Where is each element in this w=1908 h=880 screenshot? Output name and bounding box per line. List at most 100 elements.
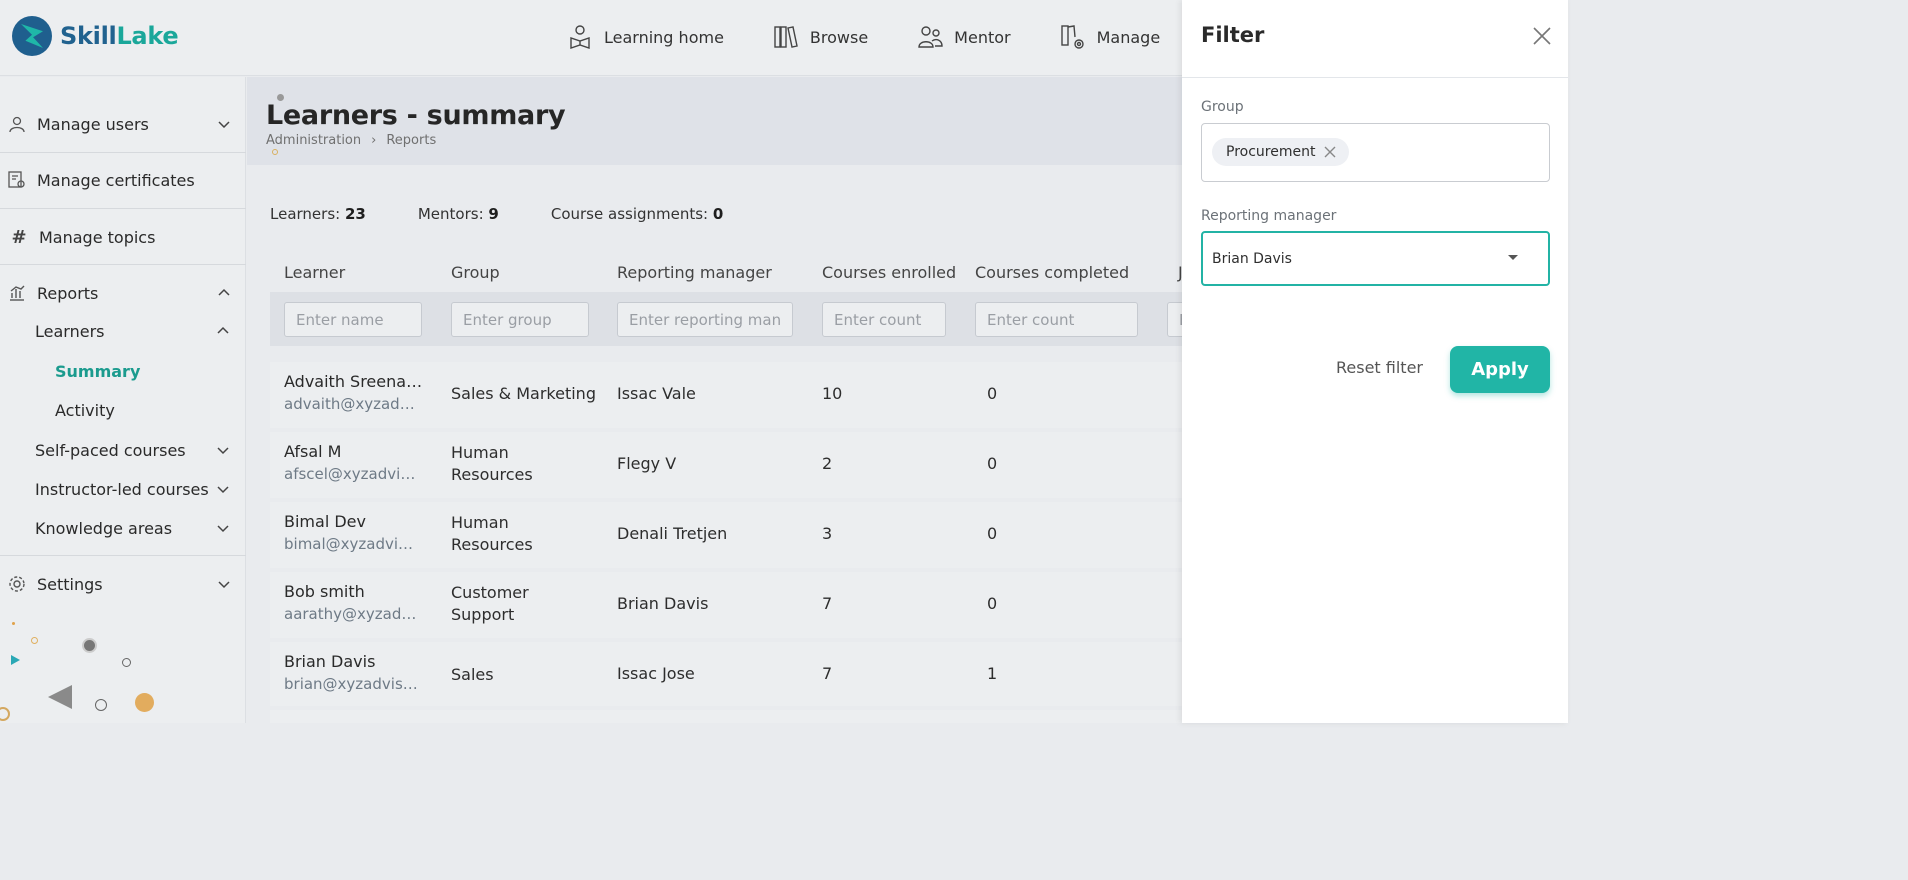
decoration-ring	[95, 699, 107, 711]
column-header-courses-enrolled[interactable]: Courses enrolled	[822, 263, 956, 282]
nav-browse[interactable]: Browse	[772, 20, 868, 54]
breadcrumb-reports[interactable]: Reports	[386, 133, 436, 148]
sidebar-item-instructor-led-courses[interactable]: Instructor-led courses	[35, 474, 240, 504]
courses-completed-filter-input[interactable]	[975, 302, 1138, 337]
divider	[0, 264, 246, 265]
summary-stats: Learners: 23 Mentors: 9 Course assignmen…	[270, 205, 775, 223]
sidebar-item-manage-certificates[interactable]: Manage certificates	[0, 160, 246, 200]
divider	[0, 555, 246, 556]
sidebar: Manage users Manage certificates # Manag…	[0, 77, 246, 723]
certificate-icon	[7, 170, 27, 190]
sidebar-item-knowledge-areas[interactable]: Knowledge areas	[35, 513, 240, 543]
stat-mentors: Mentors: 9	[417, 205, 499, 223]
column-header-courses-completed[interactable]: Courses completed	[975, 263, 1129, 282]
table-filter-row	[270, 292, 1182, 346]
decoration-triangle	[48, 685, 72, 709]
filter-title: Filter	[1201, 23, 1265, 47]
table-row[interactable]: Brian Davis brian@xyzadvisors.com Sales …	[270, 642, 1182, 706]
table-row[interactable]: Bob smith aarathy@xyzadvisors.com Custom…	[270, 572, 1182, 638]
chevron-up-icon	[218, 288, 230, 296]
manage-settings-icon	[1060, 25, 1084, 49]
manager-cell: Flegy V	[617, 454, 677, 473]
logo[interactable]: SkillLake	[12, 16, 179, 56]
logo-text: SkillLake	[60, 22, 179, 50]
breadcrumb-separator: ›	[371, 133, 377, 148]
chevron-down-icon	[217, 486, 229, 494]
group-filter-input[interactable]	[451, 302, 589, 337]
column-header-reporting-manager[interactable]: Reporting manager	[617, 263, 772, 282]
completed-cell: 0	[987, 454, 998, 473]
chevron-down-icon	[217, 525, 229, 533]
completed-cell: 0	[987, 384, 998, 403]
bar-chart-icon	[7, 283, 27, 303]
column-header-group[interactable]: Group	[451, 263, 500, 282]
enrolled-cell: 7	[822, 664, 833, 683]
table-row[interactable]: Bimal Dev bimal@xyzadvisors.com Human Re…	[270, 502, 1182, 568]
breadcrumb-administration[interactable]: Administration	[266, 133, 361, 148]
reset-filter-button[interactable]: Reset filter	[1336, 358, 1423, 377]
group-chip: Procurement	[1212, 138, 1350, 166]
logo-icon	[12, 16, 52, 56]
table-row[interactable]: Afsal M afscel@xyzadvisors.com Human Res…	[270, 432, 1182, 498]
next-column-filter-input[interactable]	[1167, 302, 1182, 337]
sidebar-item-settings[interactable]: Settings	[0, 564, 246, 604]
table-row[interactable]: Advaith Sreenadh advaith@xyzadvisors.com…	[270, 362, 1182, 428]
close-icon[interactable]	[1530, 24, 1554, 48]
sidebar-item-reports[interactable]: Reports	[0, 273, 246, 313]
reporting-manager-label: Reporting manager	[1201, 208, 1337, 224]
sidebar-item-activity[interactable]: Activity	[55, 395, 205, 425]
filter-panel-header: Filter	[1182, 0, 1568, 78]
sidebar-item-manage-topics[interactable]: # Manage topics	[0, 217, 246, 257]
reporting-manager-filter-input[interactable]	[617, 302, 793, 337]
group-cell: Sales & Marketing	[451, 384, 596, 403]
column-header-learner[interactable]: Learner	[284, 263, 345, 282]
manager-cell: Brian Davis	[617, 594, 709, 613]
apply-button[interactable]: Apply	[1450, 346, 1550, 393]
decoration-dot	[135, 693, 154, 712]
hashtag-icon: #	[11, 226, 27, 248]
learner-cell: Bob smith aarathy@xyzadvisors.com	[284, 582, 419, 623]
learner-cell: Afsal M afscel@xyzadvisors.com	[284, 442, 419, 483]
nav-learning-home[interactable]: Learning home	[566, 20, 724, 54]
sidebar-item-self-paced-courses[interactable]: Self-paced courses	[35, 435, 240, 465]
chevron-up-icon	[217, 326, 229, 334]
gear-icon	[7, 574, 27, 594]
divider	[0, 208, 246, 209]
completed-cell: 0	[987, 524, 998, 543]
decoration-ring	[122, 658, 131, 667]
user-icon	[7, 114, 27, 134]
group-cell: Customer Support	[451, 583, 529, 624]
breadcrumb: Administration › Reports	[266, 133, 436, 148]
decoration-ring	[272, 149, 278, 155]
enrolled-cell: 10	[822, 384, 843, 403]
group-multiselect[interactable]: Procurement	[1201, 123, 1550, 182]
group-cell: Human Resources	[451, 443, 533, 484]
sidebar-item-summary[interactable]: Summary	[55, 356, 205, 386]
learner-filter-input[interactable]	[284, 302, 422, 337]
group-cell: Human Resources	[451, 513, 533, 554]
reporting-manager-select[interactable]: Brian Davis	[1201, 231, 1550, 286]
learner-icon	[570, 25, 590, 49]
learner-cell: Advaith Sreenadh advaith@xyzadvisors.com	[284, 372, 424, 413]
chevron-down-icon	[218, 121, 230, 129]
enrolled-cell: 3	[822, 524, 833, 543]
chevron-down-icon	[218, 581, 230, 589]
enrolled-cell: 2	[822, 454, 833, 473]
table-header: Learner Group Reporting manager Courses …	[270, 258, 1183, 288]
sidebar-item-learners[interactable]: Learners	[35, 316, 240, 346]
courses-enrolled-filter-input[interactable]	[822, 302, 946, 337]
decoration-dot	[82, 638, 97, 653]
books-icon	[774, 26, 798, 48]
table-row[interactable]	[270, 710, 1182, 723]
remove-chip-icon[interactable]	[1323, 145, 1337, 159]
mentor-icon	[918, 26, 943, 48]
top-navigation: Learning home Browse Mentor Manage	[566, 20, 1208, 54]
chevron-down-icon	[217, 447, 229, 455]
nav-manage[interactable]: Manage	[1059, 20, 1160, 54]
decoration-ring	[31, 637, 38, 644]
completed-cell: 1	[987, 664, 998, 683]
sidebar-item-manage-users[interactable]: Manage users	[0, 104, 246, 144]
group-label: Group	[1201, 99, 1244, 115]
nav-mentor[interactable]: Mentor	[916, 20, 1011, 54]
divider	[0, 152, 246, 153]
